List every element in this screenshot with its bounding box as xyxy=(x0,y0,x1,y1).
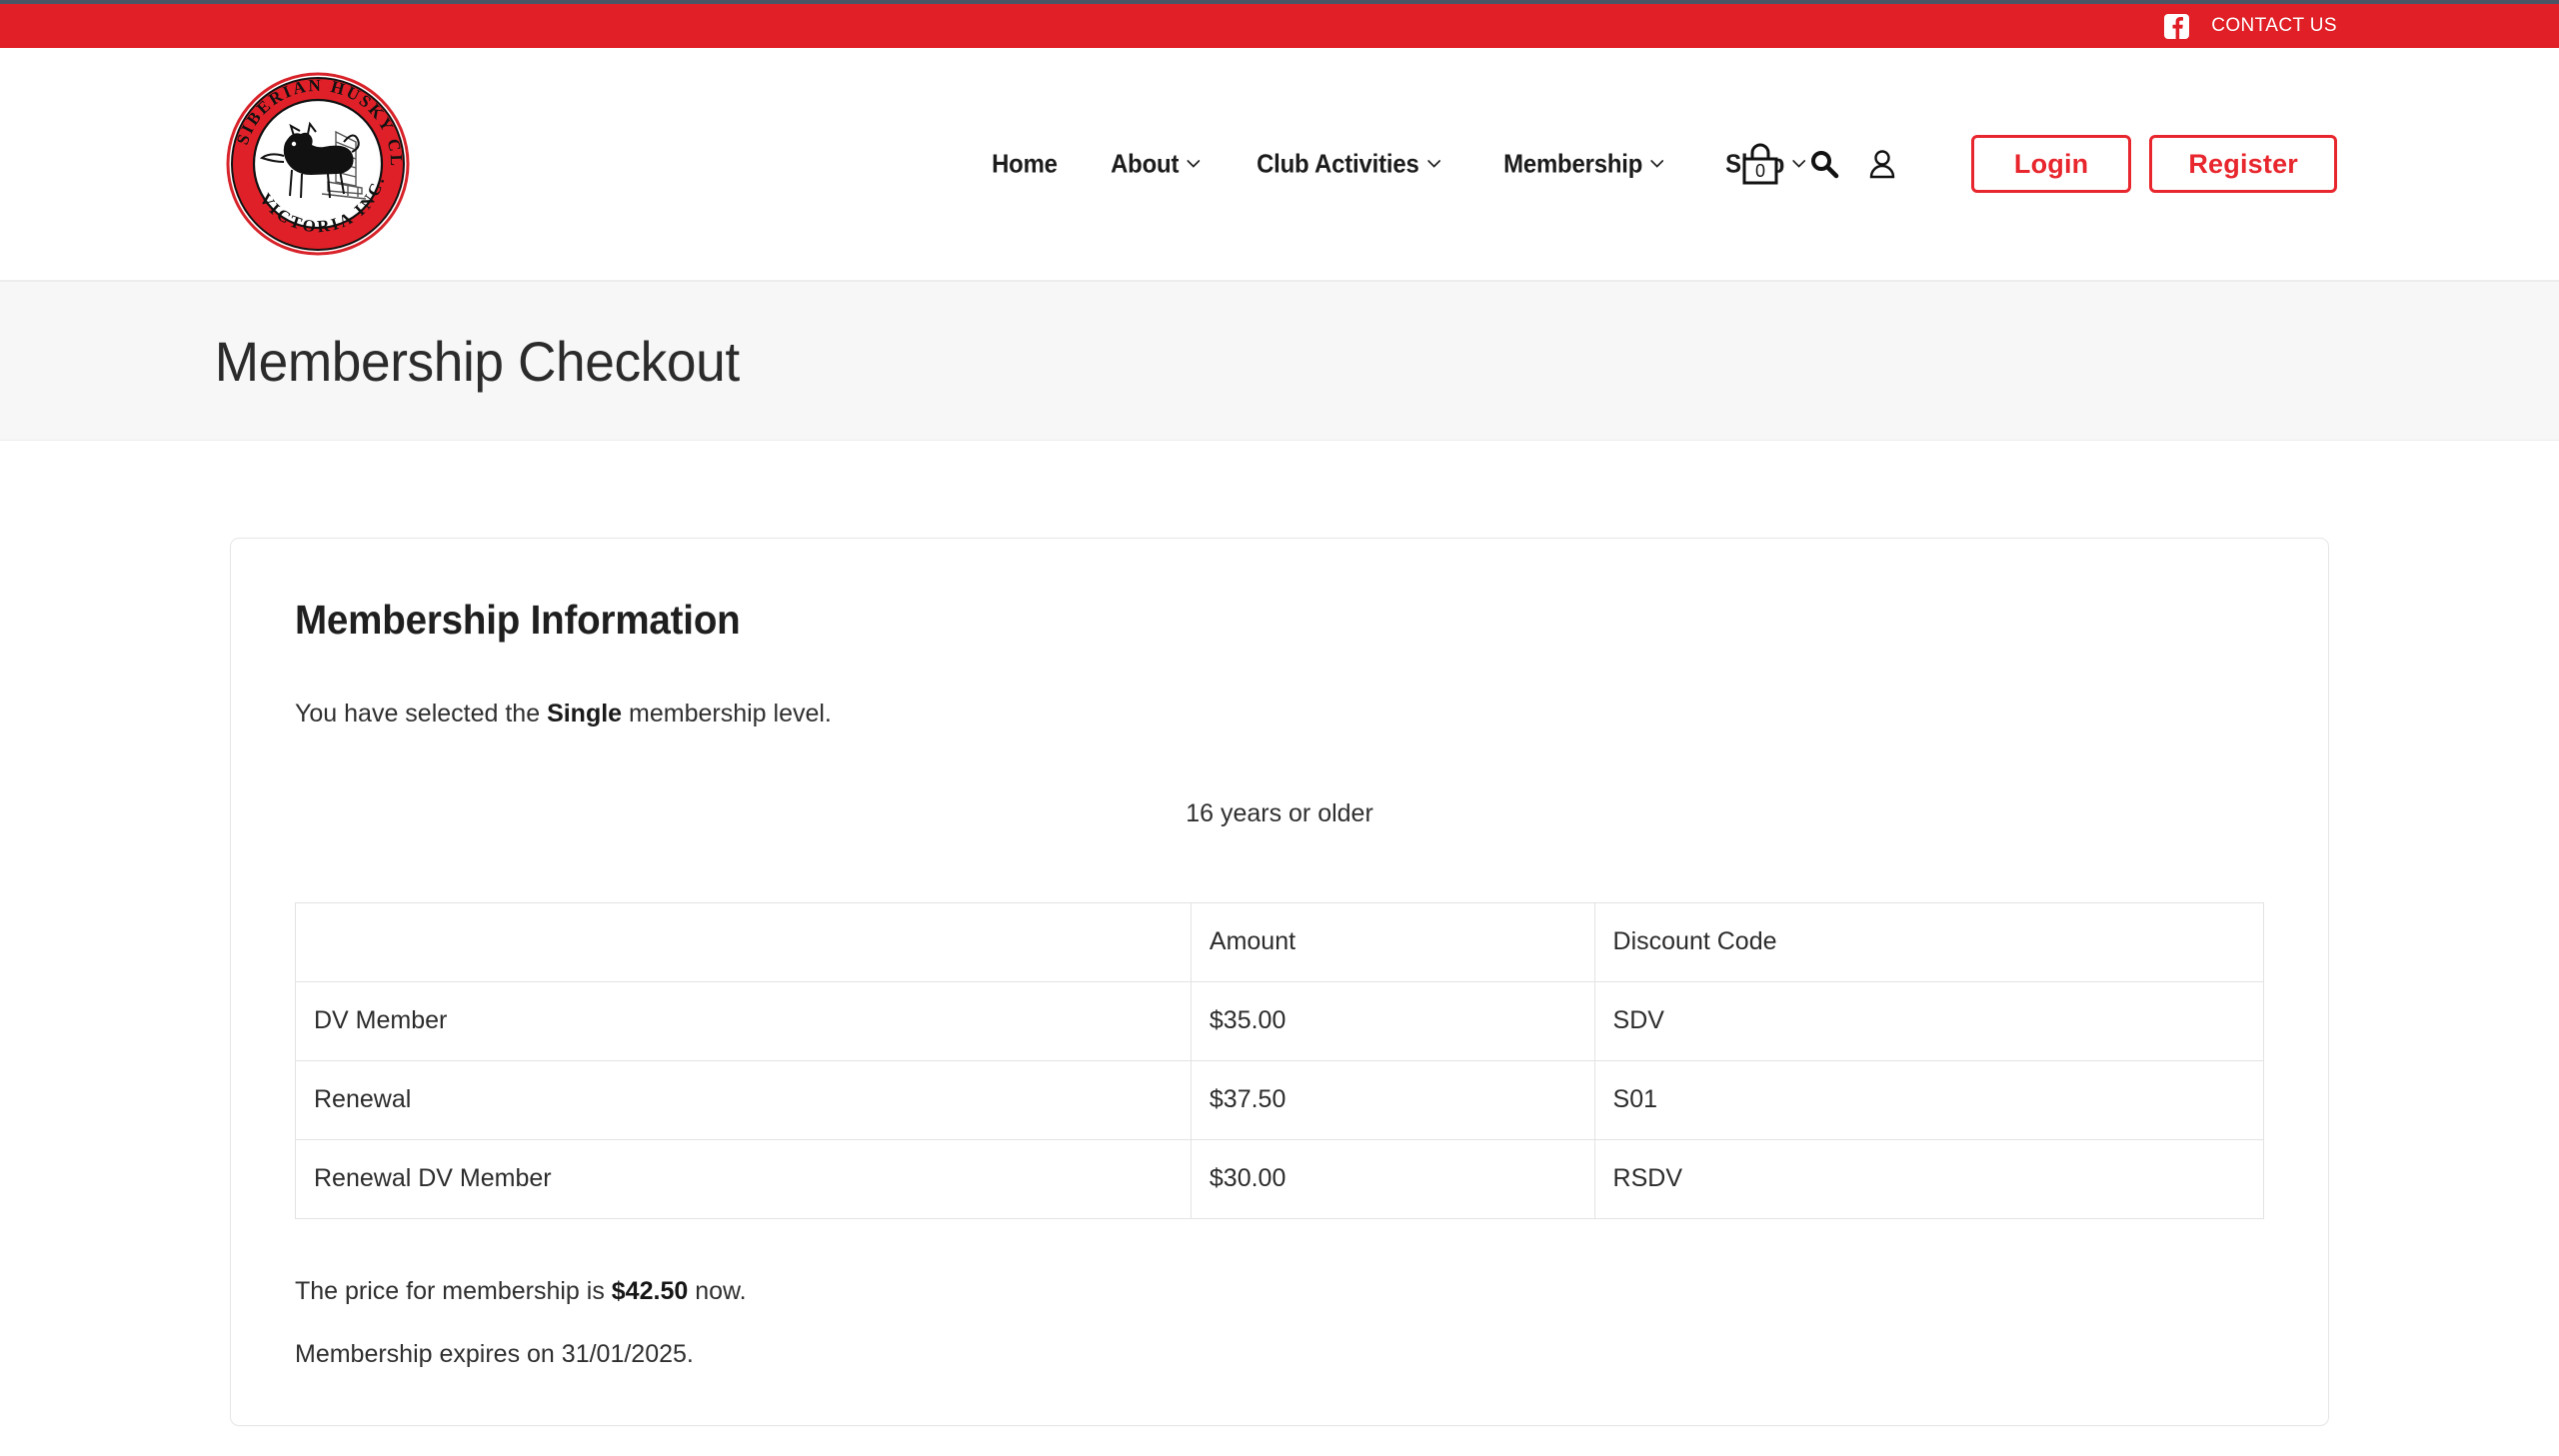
main-content: Membership Information You have selected… xyxy=(0,441,2559,1456)
contact-us-link[interactable]: CONTACT US xyxy=(2211,15,2337,37)
selected-suffix: membership level. xyxy=(622,700,832,728)
table-header-amount: Amount xyxy=(1190,901,1595,982)
page-title-band: Membership Checkout xyxy=(0,281,2559,441)
nav-item-about[interactable]: About xyxy=(1089,149,1222,180)
selected-level-text: You have selected the Single membership … xyxy=(295,696,2264,733)
row-name: Renewal xyxy=(295,1059,1192,1140)
nav-label: Membership xyxy=(1503,148,1643,179)
page-title: Membership Checkout xyxy=(214,329,740,393)
chevron-down-icon xyxy=(1426,160,1440,169)
nav-item-home[interactable]: Home xyxy=(970,149,1080,180)
auth-button-group: Login Register xyxy=(1970,135,2337,193)
table-header-discount-code: Discount Code xyxy=(1593,901,2265,982)
user-account-icon[interactable] xyxy=(1867,148,1897,180)
main-navigation: Home About Club Activities Membership Sh… xyxy=(970,149,1839,180)
shopping-cart-icon[interactable]: 0 xyxy=(1739,142,1781,186)
nav-label: Club Activities xyxy=(1256,148,1419,179)
facebook-icon[interactable] xyxy=(2164,13,2190,39)
husky-club-logo-icon: SIBERIAN HUSKY CLUB VICTORIA INC. xyxy=(224,70,410,256)
nav-label: Home xyxy=(992,148,1058,179)
membership-information-card: Membership Information You have selected… xyxy=(230,538,2329,1426)
chevron-down-icon xyxy=(1188,160,1201,169)
price-value: $42.50 xyxy=(611,1276,689,1305)
table-row: Renewal DV Member $30.00 RSDV xyxy=(295,1138,2265,1219)
nav-item-club-activities[interactable]: Club Activities xyxy=(1235,149,1462,180)
price-prefix: The price for membership is xyxy=(295,1276,612,1305)
row-amount: $37.50 xyxy=(1190,1059,1595,1140)
row-name: Renewal DV Member xyxy=(295,1138,1192,1219)
membership-information-heading: Membership Information xyxy=(295,597,741,643)
table-row: DV Member $35.00 SDV xyxy=(295,980,2265,1061)
price-text: The price for membership is $42.50 now. xyxy=(295,1277,2264,1306)
selected-level-name: Single xyxy=(547,700,623,728)
register-button[interactable]: Register xyxy=(2149,135,2337,193)
cart-count-label: 0 xyxy=(1754,161,1765,181)
site-logo[interactable]: SIBERIAN HUSKY CLUB VICTORIA INC. xyxy=(224,70,412,258)
login-button[interactable]: Login xyxy=(1970,135,2132,193)
search-icon[interactable] xyxy=(1809,148,1839,180)
nav-label: About xyxy=(1111,148,1180,179)
table-header-name xyxy=(295,901,1192,982)
level-description: 16 years or older xyxy=(1186,798,1373,827)
row-discount-code: S01 xyxy=(1593,1059,2265,1140)
nav-item-membership[interactable]: Membership xyxy=(1481,149,1685,180)
row-discount-code: SDV xyxy=(1593,980,2265,1061)
top-utility-bar: CONTACT US xyxy=(0,4,2559,48)
membership-price-table: Amount Discount Code DV Member $35.00 SD… xyxy=(295,901,2265,1219)
row-amount: $30.00 xyxy=(1190,1138,1595,1219)
chevron-down-icon xyxy=(1650,160,1664,169)
table-row: Renewal $37.50 S01 xyxy=(295,1059,2265,1140)
expiry-text: Membership expires on 31/01/2025. xyxy=(295,1339,694,1368)
price-suffix: now. xyxy=(688,1276,747,1305)
row-amount: $35.00 xyxy=(1190,980,1595,1061)
row-name: DV Member xyxy=(295,980,1192,1061)
table-header-row: Amount Discount Code xyxy=(295,901,2265,982)
row-discount-code: RSDV xyxy=(1593,1138,2265,1219)
header-icon-group: 0 xyxy=(1739,142,1897,186)
selected-prefix: You have selected the xyxy=(295,700,548,728)
site-header: SIBERIAN HUSKY CLUB VICTORIA INC. xyxy=(0,48,2559,281)
